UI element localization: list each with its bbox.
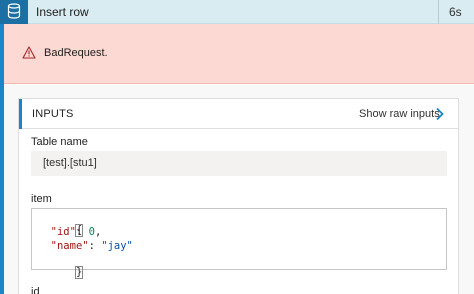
code-sep-id: : (75, 226, 89, 238)
error-banner: BadRequest. (4, 24, 474, 84)
code-line-name: "name": "jay" (38, 240, 133, 252)
code-line-close: } (38, 254, 84, 290)
table-name-value-box: [test].[stu1] (31, 151, 447, 176)
item-label: item (31, 193, 52, 205)
code-sep-name: : (88, 240, 102, 252)
table-name-label: Table name (31, 136, 88, 148)
action-header[interactable]: Insert row 6s (0, 0, 474, 24)
inputs-card: INPUTS Show raw inputs Table name [test]… (18, 98, 459, 294)
code-comma: , (94, 226, 102, 238)
code-line-id: "id": 0, (38, 226, 102, 238)
close-brace: } (74, 266, 84, 279)
action-duration: 6s (449, 5, 462, 19)
code-value-name: "jay" (101, 240, 133, 252)
code-key-name: "name" (50, 240, 89, 252)
error-message: BadRequest. (44, 47, 108, 59)
header-divider (438, 0, 439, 24)
action-icon-box (0, 0, 28, 24)
inputs-accent-bar (19, 99, 22, 129)
show-raw-inputs-link[interactable]: Show raw inputs (359, 108, 440, 120)
table-name-value: [test].[stu1] (43, 157, 97, 169)
chevron-right-icon[interactable] (435, 107, 445, 124)
action-title: Insert row (36, 5, 89, 19)
inputs-card-header[interactable]: INPUTS Show raw inputs (19, 99, 458, 129)
item-code-box[interactable]: { "id": 0, "name": "jay" } (31, 208, 447, 279)
database-icon (7, 2, 21, 22)
warning-icon (22, 46, 36, 62)
code-key-id: "id" (50, 226, 76, 238)
inputs-title: INPUTS (32, 108, 74, 120)
id-label: id (31, 286, 40, 294)
